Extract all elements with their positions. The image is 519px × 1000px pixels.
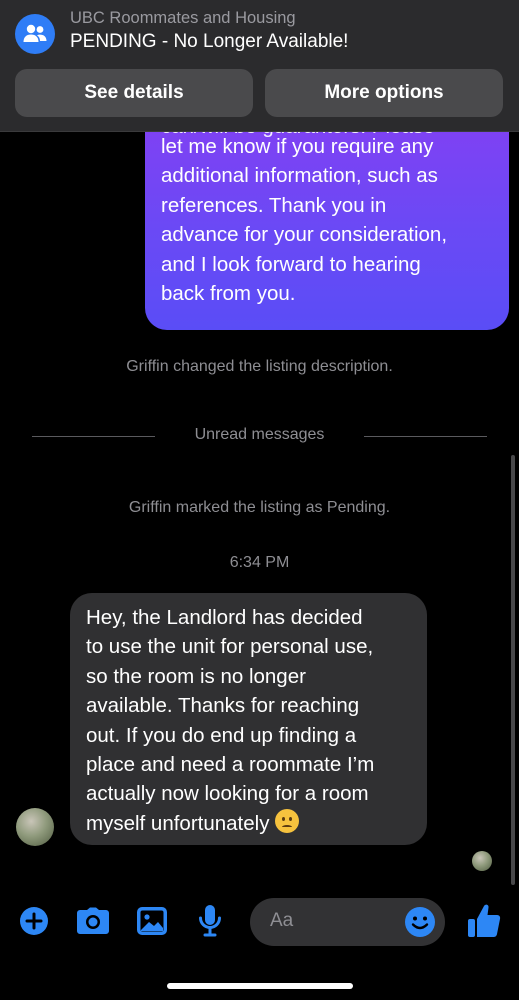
incoming-message-bubble[interactable]: Hey, the Landlord has decided to use the… [70,593,427,845]
see-details-button[interactable]: See details [15,69,253,117]
group-icon [15,14,55,54]
scrollbar[interactable] [511,455,515,885]
incoming-message-text: Hey, the Landlord has decided to use the… [86,606,375,835]
plus-icon[interactable] [18,905,50,937]
message-timestamp: 6:34 PM [229,554,290,571]
outgoing-message-text: let me know if you require any additiona… [161,135,448,306]
unread-divider: Unread messages [0,426,519,448]
chat-thread[interactable]: can/will be guarantors. Please let me kn… [0,0,519,890]
message-input-placeholder: Aa [270,910,294,931]
confused-face-icon [275,808,300,833]
home-indicator[interactable] [167,983,353,989]
divider-line-right [364,436,487,437]
emoji-icon[interactable] [403,905,437,939]
camera-icon[interactable] [75,905,111,937]
image-icon[interactable] [135,904,169,938]
microphone-icon[interactable] [196,903,224,939]
notification-title: PENDING - No Longer Available! [70,31,349,52]
read-receipt-avatar [472,851,492,871]
notification-app-name: UBC Roommates and Housing [70,9,296,27]
notification-banner[interactable]: UBC Roommates and Housing PENDING - No L… [0,0,519,132]
system-message-description: Griffin changed the listing description. [126,358,393,375]
thumbs-up-icon[interactable] [466,902,502,940]
system-message-pending: Griffin marked the listing as Pending. [128,499,391,516]
message-input[interactable]: Aa [250,898,445,946]
more-options-button[interactable]: More options [265,69,503,117]
sender-avatar[interactable] [16,808,54,846]
unread-divider-label: Unread messages [194,426,325,443]
